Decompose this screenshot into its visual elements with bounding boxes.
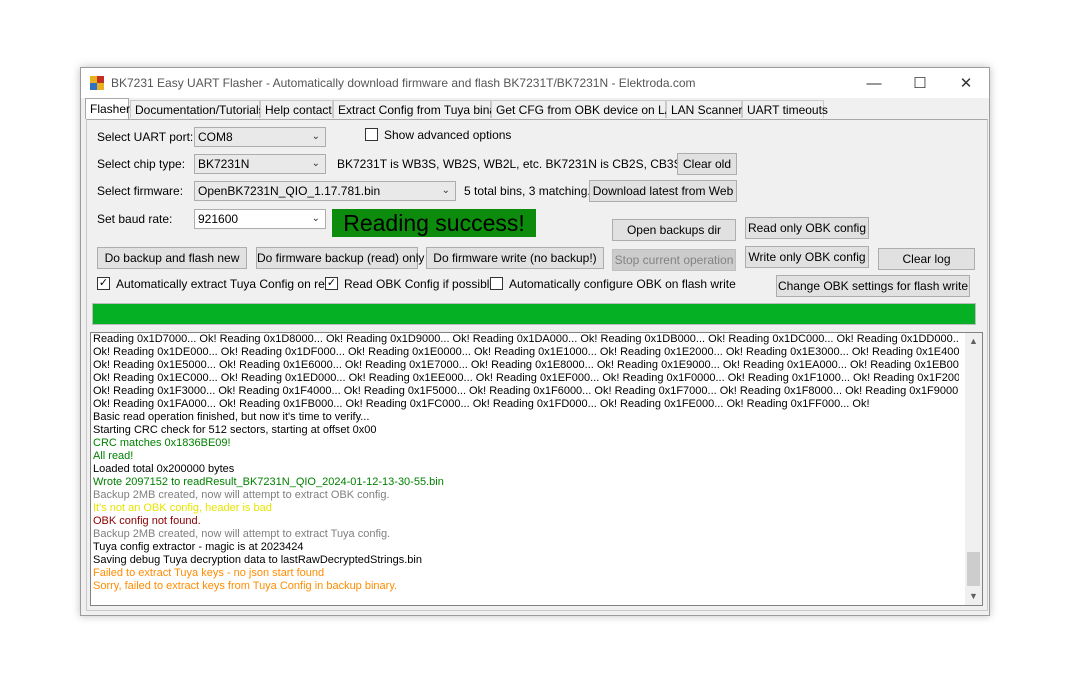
flasher-window: BK7231 Easy UART Flasher - Automatically… bbox=[80, 67, 990, 616]
chevron-down-icon: ⌄ bbox=[441, 185, 450, 196]
chevron-down-icon: ⌄ bbox=[311, 213, 320, 224]
chip-type-value: BK7231N bbox=[198, 157, 250, 171]
open-backups-button[interactable]: Open backups dir bbox=[612, 219, 736, 241]
log-line: Basic read operation finished, but now i… bbox=[93, 411, 370, 423]
log-output[interactable]: Reading 0x1D7000... Ok! Reading 0x1D8000… bbox=[90, 332, 983, 606]
log-line: It's not an OBK config, header is bad bbox=[93, 502, 272, 514]
flasher-panel: Select UART port: COM8 ⌄ Show advanced o… bbox=[86, 119, 988, 611]
status-banner: Reading success! bbox=[332, 209, 536, 237]
close-button[interactable]: ✕ bbox=[943, 68, 989, 98]
title-bar: BK7231 Easy UART Flasher - Automatically… bbox=[81, 68, 989, 98]
show-advanced-label: Show advanced options bbox=[384, 128, 512, 142]
log-line: Ok! Reading 0x1DE000... Ok! Reading 0x1D… bbox=[93, 346, 959, 358]
log-line: Wrote 2097152 to readResult_BK7231N_QIO_… bbox=[93, 476, 444, 488]
log-line: Reading 0x1D7000... Ok! Reading 0x1D8000… bbox=[93, 333, 959, 345]
log-line: Saving debug Tuya decryption data to las… bbox=[93, 554, 422, 566]
tab-lan-scanner[interactable]: LAN Scanner bbox=[666, 100, 742, 118]
chip-type-label: Select chip type: bbox=[97, 157, 186, 171]
log-line: Backup 2MB created, now will attempt to … bbox=[93, 489, 390, 501]
baud-rate-label: Set baud rate: bbox=[97, 212, 173, 226]
log-line: CRC matches 0x1836BE09! bbox=[93, 437, 231, 449]
uart-port-label: Select UART port: bbox=[97, 130, 194, 144]
progress-fill bbox=[93, 304, 975, 324]
scroll-up-icon[interactable]: ▲ bbox=[965, 333, 982, 350]
uart-port-select[interactable]: COM8 ⌄ bbox=[194, 127, 326, 147]
scroll-down-icon[interactable]: ▼ bbox=[965, 588, 982, 605]
tab-documentation[interactable]: Documentation/Tutorials bbox=[130, 100, 265, 118]
log-scrollbar[interactable]: ▲ ▼ bbox=[965, 333, 982, 605]
chip-type-select[interactable]: BK7231N ⌄ bbox=[194, 154, 326, 174]
auto-configure-label: Automatically configure OBK on flash wri… bbox=[509, 277, 736, 291]
log-line: Tuya config extractor - magic is at 2023… bbox=[93, 541, 304, 553]
read-obk-possible-label: Read OBK Config if possible bbox=[344, 277, 497, 291]
tab-extract-config[interactable]: Extract Config from Tuya binary bbox=[333, 100, 506, 118]
show-advanced-checkbox[interactable] bbox=[365, 128, 378, 141]
firmware-backup-button[interactable]: Do firmware backup (read) only bbox=[256, 247, 424, 269]
chevron-down-icon: ⌄ bbox=[311, 131, 320, 142]
log-line: All read! bbox=[93, 450, 134, 462]
tab-uart-timeouts[interactable]: UART timeouts bbox=[742, 100, 828, 118]
log-line: OBK config not found. bbox=[93, 515, 201, 527]
log-line: Sorry, failed to extract keys from Tuya … bbox=[93, 580, 398, 592]
chip-info-text: BK7231T is WB3S, WB2S, WB2L, etc. BK7231… bbox=[337, 157, 705, 171]
download-latest-button[interactable]: Download latest from Web bbox=[589, 180, 737, 202]
clear-old-button[interactable]: Clear old bbox=[677, 153, 737, 175]
uart-port-value: COM8 bbox=[198, 130, 233, 144]
scroll-thumb[interactable] bbox=[967, 552, 980, 586]
auto-extract-checkbox[interactable]: ✓ bbox=[97, 277, 110, 290]
log-line: Loaded total 0x200000 bytes bbox=[93, 463, 235, 475]
tab-flasher[interactable]: Flasher bbox=[85, 98, 130, 119]
auto-extract-label: Automatically extract Tuya Config on rea… bbox=[116, 277, 339, 291]
log-lines: Reading 0x1D7000... Ok! Reading 0x1D8000… bbox=[93, 333, 959, 593]
backup-and-flash-button[interactable]: Do backup and flash new bbox=[97, 247, 247, 269]
firmware-value: OpenBK7231N_QIO_1.17.781.bin bbox=[198, 184, 381, 198]
maximize-button[interactable]: ☐ bbox=[897, 68, 943, 98]
log-line: Ok! Reading 0x1FA000... Ok! Reading 0x1F… bbox=[93, 398, 870, 410]
log-line: Ok! Reading 0x1E5000... Ok! Reading 0x1E… bbox=[93, 359, 959, 371]
clear-log-button[interactable]: Clear log bbox=[878, 248, 975, 270]
firmware-select[interactable]: OpenBK7231N_QIO_1.17.781.bin ⌄ bbox=[194, 181, 456, 201]
change-obk-settings-button[interactable]: Change OBK settings for flash write bbox=[776, 275, 970, 297]
app-icon bbox=[90, 76, 104, 90]
tab-get-cfg-lan[interactable]: Get CFG from OBK device on LAN bbox=[491, 100, 681, 118]
firmware-write-button[interactable]: Do firmware write (no backup!) bbox=[426, 247, 604, 269]
progress-bar bbox=[92, 303, 976, 325]
read-obk-config-button[interactable]: Read only OBK config bbox=[745, 217, 869, 239]
log-line: Ok! Reading 0x1F3000... Ok! Reading 0x1F… bbox=[93, 385, 959, 397]
log-line: Ok! Reading 0x1EC000... Ok! Reading 0x1E… bbox=[93, 372, 959, 384]
auto-configure-checkbox[interactable] bbox=[490, 277, 503, 290]
read-obk-possible-checkbox[interactable]: ✓ bbox=[325, 277, 338, 290]
log-line: Starting CRC check for 512 sectors, star… bbox=[93, 424, 377, 436]
log-line: Failed to extract Tuya keys - no json st… bbox=[93, 567, 325, 579]
write-obk-config-button[interactable]: Write only OBK config bbox=[745, 246, 869, 268]
stop-operation-button[interactable]: Stop current operation bbox=[612, 249, 736, 271]
chevron-down-icon: ⌄ bbox=[311, 158, 320, 169]
minimize-button[interactable]: — bbox=[851, 68, 897, 98]
firmware-label: Select firmware: bbox=[97, 184, 184, 198]
tab-help-contact[interactable]: Help contact bbox=[260, 100, 333, 118]
baud-rate-value: 921600 bbox=[198, 212, 239, 226]
log-line: Backup 2MB created, now will attempt to … bbox=[93, 528, 391, 540]
window-title: BK7231 Easy UART Flasher - Automatically… bbox=[111, 76, 696, 90]
baud-rate-select[interactable]: 921600 ⌄ bbox=[194, 209, 326, 229]
bins-info-text: 5 total bins, 3 matching. bbox=[464, 184, 591, 198]
